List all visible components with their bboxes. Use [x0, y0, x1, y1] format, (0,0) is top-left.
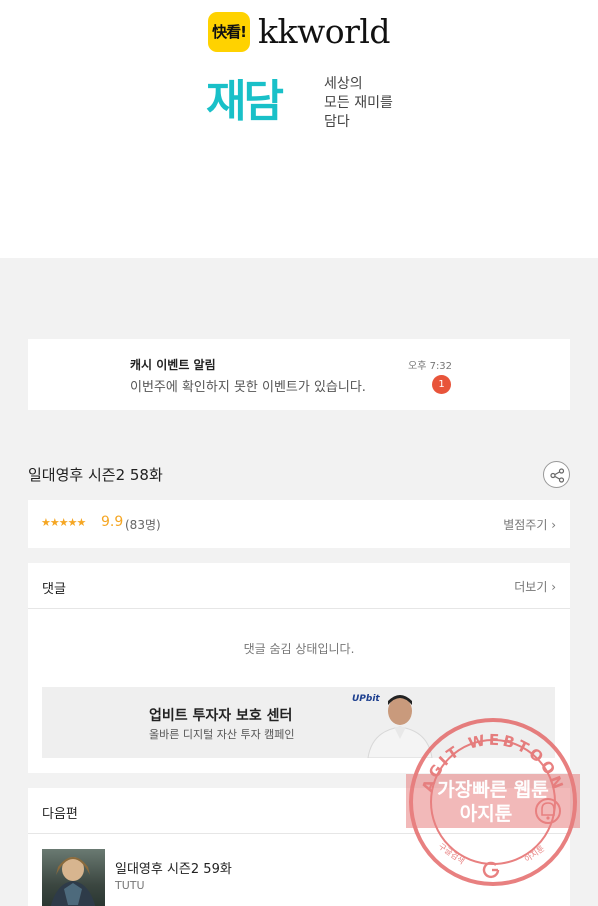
next-episode-thumbnail[interactable]: [42, 849, 105, 906]
ad-subtitle: 올바른 디지털 자산 투자 캠페인: [149, 728, 295, 741]
top-banner: 快看! kkworld 재담 세상의 모든 재미를 담다: [0, 0, 598, 258]
comments-hidden-message: 댓글 숨김 상태입니다.: [243, 642, 355, 656]
episode-title: 일대영후 시즌2 58화: [28, 466, 163, 484]
rating-card: ★★★★★ 9.9 (83명) 별점주기 ›: [28, 500, 570, 548]
share-icon: [550, 468, 565, 483]
next-episode-title[interactable]: 일대영후 시즌2 59화: [115, 858, 232, 877]
notice-title: 캐시 이벤트 알림: [130, 358, 216, 372]
tagline-line: 모든 재미를: [324, 95, 393, 111]
comments-card: 댓글 더보기 › 댓글 숨김 상태입니다. 업비트 투자자 보호 센터 올바른 …: [28, 563, 570, 773]
tagline-line: 세상의: [324, 76, 363, 92]
comments-header: 댓글: [42, 582, 66, 597]
rating-score: 9.9: [101, 514, 124, 530]
share-button[interactable]: [543, 461, 570, 488]
notice-body: 이번주에 확인하지 못한 이벤트가 있습니다.: [130, 380, 366, 395]
ad-title: 업비트 투자자 보호 센터: [149, 708, 293, 724]
jaedam-tagline: 세상의 모든 재미를 담다: [324, 75, 393, 132]
next-episode-header: 다음편: [42, 807, 78, 822]
rate-button[interactable]: 별점주기 ›: [503, 516, 556, 533]
comments-more-link[interactable]: 더보기 ›: [514, 578, 556, 595]
upbit-ad-banner[interactable]: 업비트 투자자 보호 센터 올바른 디지털 자산 투자 캠페인 UPbit: [42, 687, 555, 758]
notice-time: 오후 7:32: [408, 361, 453, 372]
divider: [28, 833, 570, 834]
thumbnail-art: [50, 857, 96, 906]
rating-count: (83명): [125, 518, 161, 532]
ad-person-image: [367, 695, 433, 758]
next-episode-author: TUTU: [115, 879, 145, 892]
star-rating-icons: ★★★★★: [41, 516, 86, 529]
next-episode-card: 다음편 일대영후 시즌2 59화 TUTU: [28, 788, 570, 906]
jaedam-logo: 재담: [206, 76, 284, 127]
cash-event-notice[interactable]: 캐시 이벤트 알림 이번주에 확인하지 못한 이벤트가 있습니다. 오후 7:3…: [28, 339, 570, 410]
kuaikan-logo: 快看!: [208, 12, 250, 52]
kkworld-wordmark: kkworld: [258, 12, 391, 51]
tagline-line: 담다: [324, 114, 350, 130]
divider: [28, 608, 570, 609]
notice-count-badge: 1: [432, 375, 451, 394]
